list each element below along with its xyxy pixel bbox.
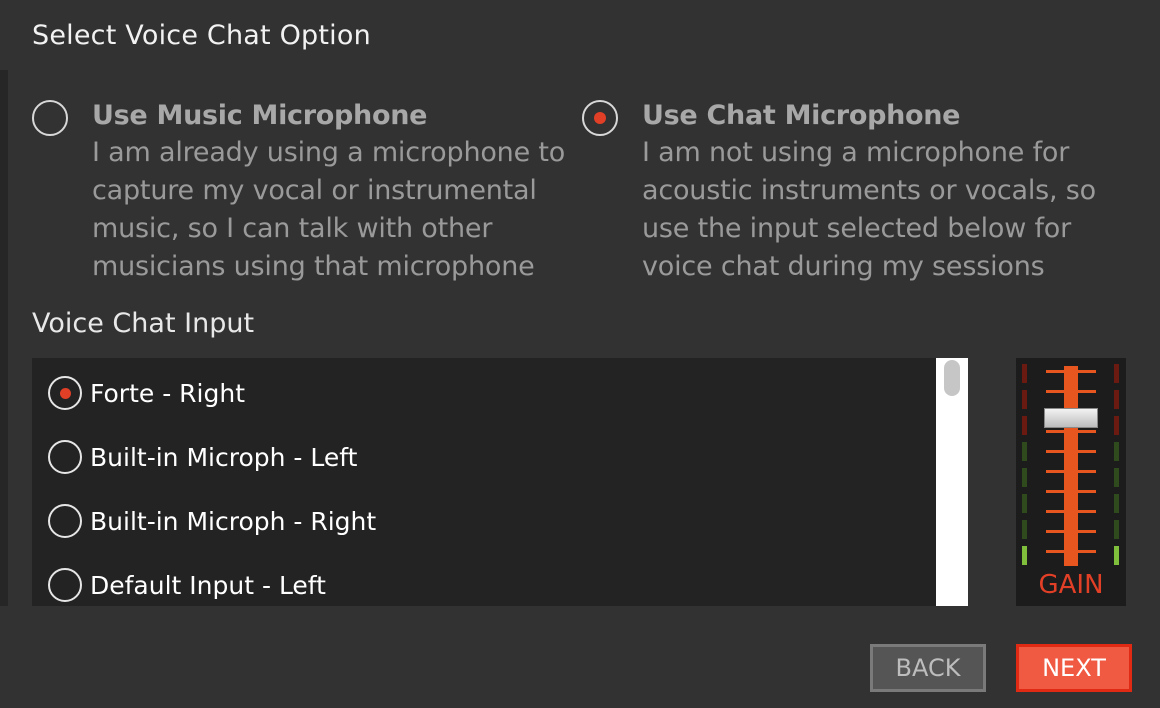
input-label: Default Input - Left (90, 570, 326, 600)
list-item[interactable]: Built-in Microph - Left (48, 437, 928, 477)
fader-tick (1046, 550, 1096, 553)
gain-control[interactable]: GAIN (1016, 358, 1126, 606)
next-button[interactable]: NEXT (1016, 644, 1132, 692)
input-label: Forte - Right (90, 378, 245, 408)
radio-selected-dot (59, 387, 71, 399)
option-heading: Use Music Microphone (92, 100, 428, 131)
fader-tick (1046, 390, 1096, 393)
back-button[interactable]: BACK (870, 644, 986, 692)
music-microphone-radio[interactable] (32, 100, 68, 136)
list-scrollbar[interactable] (936, 358, 968, 606)
fader-tick (1046, 510, 1096, 513)
list-item[interactable]: Default Input - Left (48, 565, 928, 605)
voice-chat-input-list[interactable]: Forte - Right Built-in Microph - Left Bu… (32, 358, 968, 606)
fader-tick (1046, 470, 1096, 473)
input-radio[interactable] (48, 568, 82, 602)
input-radio[interactable] (48, 440, 82, 474)
level-meter-left (1022, 364, 1027, 572)
option-description: I am not using a microphone for acoustic… (642, 137, 1096, 282)
fader-tick (1046, 430, 1096, 433)
option-description: I am already using a microphone to captu… (92, 137, 566, 282)
gain-label: GAIN (1038, 570, 1104, 600)
input-radio[interactable] (48, 376, 82, 410)
list-item[interactable]: Forte - Right (48, 373, 928, 413)
option-heading: Use Chat Microphone (642, 100, 961, 131)
fader-tick (1046, 450, 1096, 453)
fader-rail (1064, 366, 1078, 566)
left-edge-bar (0, 70, 8, 606)
fader-tick (1046, 530, 1096, 533)
level-meter-right (1114, 364, 1119, 572)
fader-tick (1046, 370, 1096, 373)
input-label: Built-in Microph - Right (90, 506, 377, 536)
input-radio[interactable] (48, 504, 82, 538)
scrollbar-thumb[interactable] (944, 360, 960, 396)
voice-chat-input-label: Voice Chat Input (32, 308, 255, 339)
list-item[interactable]: Built-in Microph - Right (48, 501, 928, 541)
chat-microphone-radio[interactable] (582, 100, 618, 136)
fader-tick (1046, 490, 1096, 493)
gain-fader-handle[interactable] (1044, 408, 1098, 428)
page-title: Select Voice Chat Option (32, 20, 371, 51)
radio-selected-dot (594, 112, 606, 124)
input-label: Built-in Microph - Left (90, 442, 358, 472)
